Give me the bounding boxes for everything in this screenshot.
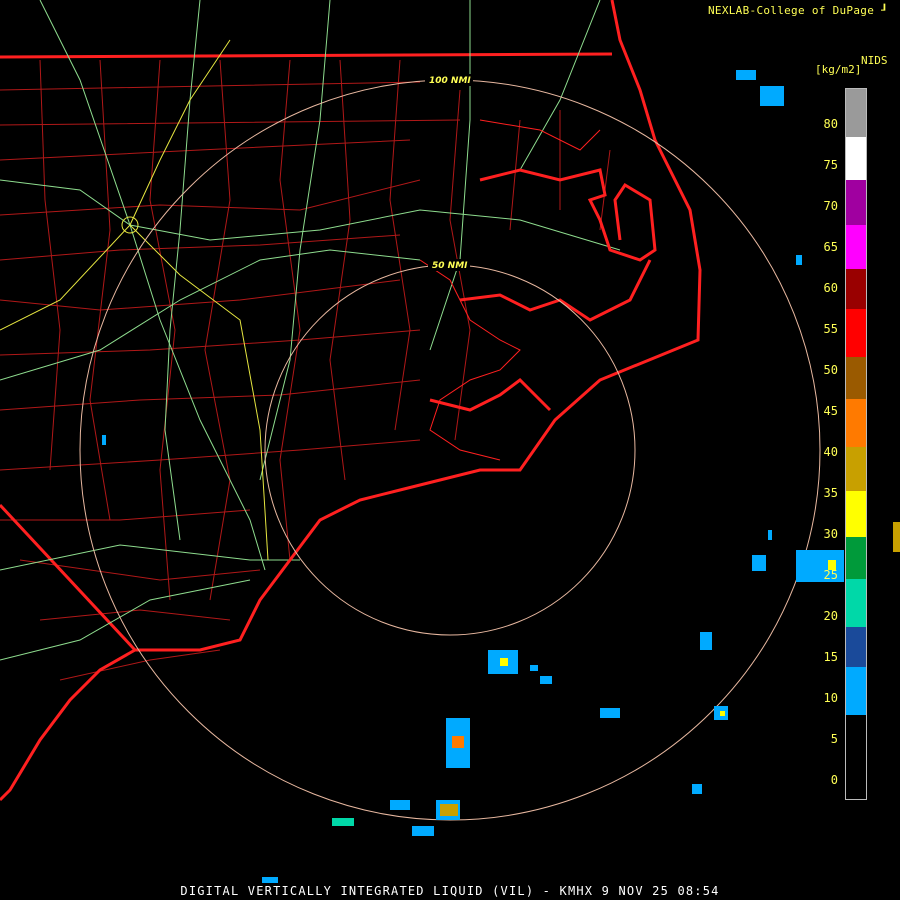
scale-tick: 35 [823,486,838,500]
coastline [0,0,702,802]
echo-cell [760,86,784,106]
scale-tick: 70 [823,199,838,213]
echo-cell [390,800,410,810]
echo-cell [540,676,552,684]
scale-seg-black [846,715,866,799]
scale-tick: 50 [823,363,838,377]
radar-echoes [102,70,900,883]
highways [0,0,621,661]
scale-seg-gold [846,447,866,491]
scale-tick: 55 [823,322,838,336]
scale-seg-yellow [846,491,866,537]
scale-seg-white [846,137,866,180]
scale-seg-dark-magenta [846,180,866,225]
echo-cell [700,632,712,650]
echo-cell [262,877,278,883]
echo-cell [752,555,766,571]
echo-cell [893,522,900,552]
scale-seg-red [846,309,866,357]
credit-label: NEXLAB-College of DuPage ┚ [707,4,888,17]
scale-seg-orange [846,399,866,447]
echo-cell [530,665,538,671]
scale-tick: 15 [823,650,838,664]
county-lines [0,59,611,681]
range-label-100: 100 NMI [429,76,471,86]
product-code: NIDS [861,54,888,67]
echo-cell [332,818,354,826]
scale-seg-teal [846,579,866,627]
scale-seg-green [846,537,866,579]
scale-tick: 60 [823,281,838,295]
range-ring-100 [79,79,821,821]
state-border [0,52,613,59]
echo-cell [412,826,434,836]
scale-tick: 10 [823,691,838,705]
sc-border [0,503,137,652]
scale-tick: 80 [823,117,838,131]
echo-cell [720,711,725,716]
echo-cell [452,736,464,748]
scale-tick: 20 [823,609,838,623]
product-title: DIGITAL VERTICALLY INTEGRATED LIQUID (VI… [180,884,720,898]
echo-cell [600,708,620,718]
scale-tick: 75 [823,158,838,172]
echo-cell [102,435,106,445]
scale-seg-dark-blue [846,627,866,667]
interstates [0,39,269,561]
echo-cell [440,804,458,816]
echo-cell [692,784,702,794]
scale-seg-gray [846,89,866,137]
scale-tick: 25 [823,568,838,582]
scale-seg-cyan [846,667,866,715]
range-ring-50 [264,264,636,636]
scale-seg-magenta [846,225,866,269]
echo-cell [736,70,756,80]
scale-tick: 65 [823,240,838,254]
scale-tick: 5 [830,732,838,746]
color-scale-bar [845,88,867,800]
radar-map: 50 NMI 100 NMI [0,0,900,883]
scale-tick: 0 [830,773,838,787]
scale-tick: 30 [823,527,838,541]
echo-cell [796,255,802,265]
scale-tick: 45 [823,404,838,418]
range-label-50: 50 NMI [432,261,468,271]
scale-seg-dark-red [846,269,866,309]
units-label: [kg/m2] [815,63,862,76]
scale-tick: 40 [823,445,838,459]
echo-cell [768,530,772,540]
scale-seg-brown [846,357,866,399]
echo-cell [500,658,508,666]
